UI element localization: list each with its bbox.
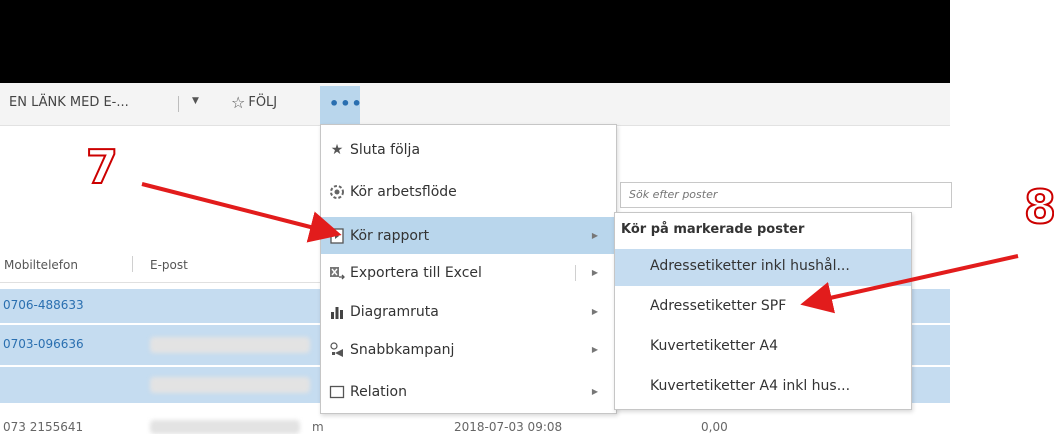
step-number-7: 7 [85, 139, 119, 195]
arrow-to-run-report [141, 182, 342, 243]
step-number-8: 8 [1023, 179, 1054, 235]
arrow-to-adressetiketter-spf [800, 254, 1019, 314]
annotation-arrows [141, 182, 1019, 314]
